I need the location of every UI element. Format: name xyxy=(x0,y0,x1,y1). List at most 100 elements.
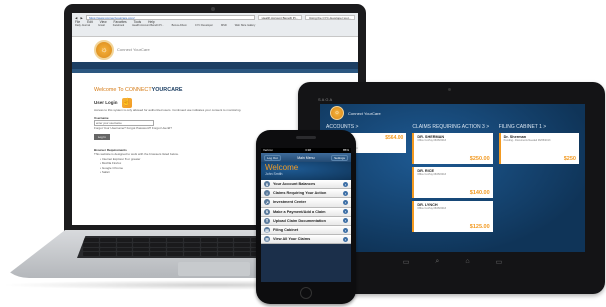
home-icon[interactable]: ⌂ xyxy=(465,258,469,266)
chevron-right-icon: › xyxy=(343,181,348,187)
tablet-dashboard-columns: ACCOUNTS > $564.00 HSA Health Savings Ac… xyxy=(320,122,585,237)
keyboard-key xyxy=(99,242,116,247)
menu-item-label: Make a Payment/Add a Claim xyxy=(273,209,326,214)
chart-icon: ↗ xyxy=(264,199,270,206)
phone-nav-bar: Log Out Main Menu Settings xyxy=(261,153,351,162)
favorite-link[interactable]: MSD xyxy=(221,24,227,28)
alert-icon: ! xyxy=(264,190,270,197)
address-bar[interactable]: https://www.connectyourcare.com/ xyxy=(85,15,255,20)
logout-button[interactable]: Log Out xyxy=(264,154,281,161)
claim-card[interactable]: DR. LYNCH Office Co-Pay 06/05/2013 $125.… xyxy=(412,201,493,232)
back-icon[interactable]: ◀ xyxy=(75,16,77,20)
keyboard-key xyxy=(183,242,200,247)
favorites-bar: Daily Journal Gmail Facebook Health Acco… xyxy=(75,24,355,28)
keyboard-key xyxy=(99,247,116,252)
keyboard-key xyxy=(133,252,150,256)
favorite-link[interactable]: Web Slice Gallery xyxy=(235,24,256,28)
tablet-camera xyxy=(448,88,451,91)
filing-card[interactable]: Dr. Sherman Pending - Documents Needed 0… xyxy=(498,133,579,164)
phone-welcome-banner: Welcome John Smith xyxy=(261,162,351,180)
keyboard-key xyxy=(116,252,133,256)
keyboard-key xyxy=(116,242,133,247)
battery-label: 85% xyxy=(342,148,349,152)
menu-item-make-payment[interactable]: $ Make a Payment/Add a Claim › xyxy=(261,207,351,217)
keyboard-key xyxy=(133,238,150,242)
connectyourcare-logo-icon[interactable]: ☼ xyxy=(330,106,344,120)
favorite-link[interactable]: Bonus Album xyxy=(172,24,187,28)
keyboard-key xyxy=(167,238,183,242)
column-title-claims[interactable]: CLAIMS REQUIRING ACTION 3 > xyxy=(412,124,492,130)
favorite-link[interactable]: Facebook xyxy=(113,24,124,28)
upload-icon: ⇪ xyxy=(264,217,270,224)
keyboard-key xyxy=(99,252,116,256)
menu-item-investment-center[interactable]: ↗ Investment Center › xyxy=(261,198,351,208)
keyboard-key xyxy=(217,242,234,247)
menu-item-label: Filing Cabinet xyxy=(273,228,299,233)
browser-tab-1[interactable]: Health Account Benefit Pl... xyxy=(257,15,302,20)
user-name: John Smith xyxy=(265,172,283,176)
keyboard-key xyxy=(234,238,251,242)
chevron-right-icon: › xyxy=(343,218,348,224)
recent-apps-icon[interactable]: ▭ xyxy=(496,258,503,266)
card-subtitle: Office Co-Pay 06/05/2013 xyxy=(417,207,447,210)
keyboard-key xyxy=(133,247,150,252)
home-button[interactable] xyxy=(300,287,312,299)
keyboard-key xyxy=(150,242,167,247)
keyboard-key xyxy=(234,247,251,252)
menu-item-filing-cabinet[interactable]: ▤ Filing Cabinet › xyxy=(261,225,351,236)
laptop-camera xyxy=(211,7,215,11)
back-icon[interactable]: ▭ xyxy=(403,258,410,266)
payment-icon: $ xyxy=(264,208,270,215)
column-title-filing[interactable]: FILING CABINET 1 > xyxy=(499,124,579,130)
claim-card[interactable]: DR. RICE Office Co-Pay 06/05/2013 $140.0… xyxy=(412,167,493,198)
keyboard-key xyxy=(167,252,183,256)
chevron-right-icon: › xyxy=(343,199,348,205)
phone-menu-list: $ Your Account Balances › ! Claims Requi… xyxy=(261,180,351,245)
connectyourcare-logo-icon[interactable]: ☼ xyxy=(94,39,114,60)
favorite-link[interactable]: CYC Developer xyxy=(195,24,213,28)
search-icon[interactable]: ⌕ xyxy=(435,258,439,266)
keyboard-key xyxy=(83,252,99,256)
tablet-screen: ☼ Connect YourCare ACCOUNTS > $564.00 HS… xyxy=(320,104,585,252)
forward-icon[interactable]: ▶ xyxy=(80,16,82,20)
settings-button[interactable]: Settings xyxy=(331,154,348,161)
keyboard-key xyxy=(217,238,234,242)
phone-speaker xyxy=(296,136,316,139)
keyboard-key xyxy=(234,252,251,256)
keyboard-key xyxy=(200,252,217,256)
keyboard-key xyxy=(150,252,167,256)
keyboard-key xyxy=(200,242,217,247)
dollar-icon: $ xyxy=(264,181,270,188)
keyboard-key xyxy=(217,247,234,252)
chevron-right-icon: › xyxy=(343,227,348,233)
browser-tab-2[interactable]: Using the CYC developer tool... xyxy=(304,15,355,20)
chevron-right-icon: › xyxy=(343,236,348,242)
menu-item-label: View All Your Claims xyxy=(273,237,311,242)
smartphone: Verizon 3:38 85% Log Out Main Menu Setti… xyxy=(256,130,356,304)
keyboard-key xyxy=(234,242,251,247)
menu-item-account-balances[interactable]: $ Your Account Balances › xyxy=(261,180,351,190)
keyboard-key xyxy=(83,247,99,252)
keyboard-key xyxy=(183,247,200,252)
menu-item-label: Your Account Balances xyxy=(273,182,316,187)
menu-item-view-claims[interactable]: ☰ View All Your Claims › xyxy=(261,235,351,245)
card-subtitle: Office Co-Pay 06/05/2013 xyxy=(417,173,447,176)
keyboard-key xyxy=(99,238,116,242)
menu-item-claims-action[interactable]: ! Claims Requiring Your Action › xyxy=(261,189,351,199)
menu-item-upload-documentation[interactable]: ⇪ Upload Claim Documentation › xyxy=(261,216,351,226)
favorite-link[interactable]: Daily Journal xyxy=(75,24,90,28)
login-button[interactable]: Log In xyxy=(94,133,110,141)
claims-column: CLAIMS REQUIRING ACTION 3 > DR. SHERMAN … xyxy=(412,124,493,235)
trackpad[interactable] xyxy=(178,262,250,276)
card-amount: $250 xyxy=(563,156,576,162)
keyboard-key xyxy=(116,247,133,252)
filing-cabinet-column: FILING CABINET 1 > Dr. Sherman Pending -… xyxy=(498,124,579,235)
favorite-link[interactable]: Health Account Benefit Pl... xyxy=(132,24,163,28)
welcome-title: Welcome xyxy=(265,163,299,172)
tablet-app-header: ☼ Connect YourCare xyxy=(320,104,585,122)
favorite-link[interactable]: Gmail xyxy=(98,24,105,28)
claim-card[interactable]: DR. SHERMAN Office Co-Pay 06/05/2013 $25… xyxy=(412,133,493,164)
keyboard-key xyxy=(116,238,133,242)
keyboard-key xyxy=(167,242,183,247)
chevron-right-icon: › xyxy=(343,209,348,215)
